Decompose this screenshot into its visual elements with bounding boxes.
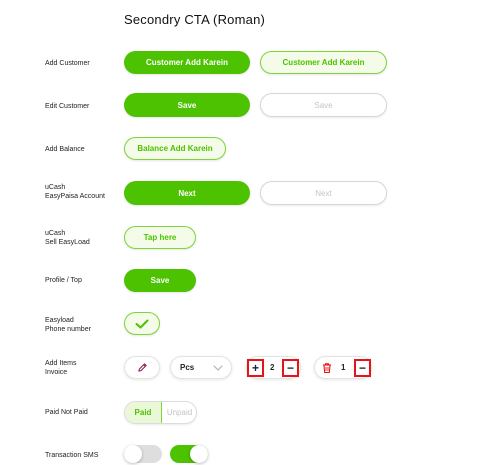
edit-customer-label: Edit Customer: [45, 103, 90, 110]
unit-select-value: Pcs: [180, 363, 195, 372]
add-balance-label: Add Balance: [45, 146, 85, 153]
quantity-value: 2: [270, 363, 275, 372]
delete-button[interactable]: [321, 361, 333, 374]
next-primary-button[interactable]: Next: [124, 181, 250, 205]
easyload-phone-label: Easyload Phone number: [45, 316, 91, 334]
easyload-phone-label-line1: Easyload: [45, 317, 74, 324]
edit-save-disabled-button[interactable]: Save: [260, 93, 387, 117]
delete-minus-button[interactable]: −: [354, 359, 371, 377]
ucash-easyload-label-line2: Sell EasyLoad: [45, 239, 90, 246]
paid-option[interactable]: Paid: [125, 402, 162, 423]
paid-not-paid-label: Paid Not Paid: [45, 409, 88, 416]
sms-toggle-off[interactable]: [124, 445, 162, 463]
minus-icon: −: [358, 361, 366, 375]
unpaid-option[interactable]: Unpaid: [162, 402, 196, 423]
add-items-invoice-label-line2: Invoice: [45, 369, 68, 376]
next-disabled-button[interactable]: Next: [260, 181, 387, 205]
ucash-easyload-label: uCash Sell EasyLoad: [45, 229, 90, 247]
profile-save-button[interactable]: Save: [124, 269, 196, 292]
add-items-invoice-label-line1: Add Items: [45, 360, 77, 367]
trash-icon: [323, 363, 331, 374]
ucash-easyload-label-line1: uCash: [45, 230, 66, 237]
plus-icon: +: [251, 361, 259, 375]
unit-select[interactable]: Pcs: [170, 356, 232, 379]
page-title: Secondry CTA (Roman): [124, 12, 266, 27]
tap-here-button[interactable]: Tap here: [124, 226, 196, 249]
toggle-knob: [190, 445, 208, 463]
customer-add-primary-button[interactable]: Customer Add Karein: [124, 51, 250, 74]
paid-unpaid-toggle: Paid Unpaid: [124, 401, 197, 424]
sms-toggle-on[interactable]: [170, 445, 208, 463]
check-button[interactable]: [124, 312, 160, 335]
add-items-invoice-label: Add Items Invoice: [45, 359, 77, 377]
ucash-easypaisa-label-line1: uCash: [45, 184, 66, 191]
chevron-down-icon: [213, 365, 223, 371]
edit-item-button[interactable]: [124, 356, 160, 379]
ucash-easypaisa-label-line2: EasyPaisa Account: [45, 193, 105, 200]
add-customer-label: Add Customer: [45, 60, 90, 67]
delete-quantity-value: 1: [341, 363, 346, 372]
edit-save-primary-button[interactable]: Save: [124, 93, 250, 117]
easyload-phone-label-line2: Phone number: [45, 326, 91, 333]
toggle-knob: [124, 445, 142, 463]
customer-add-secondary-button[interactable]: Customer Add Karein: [260, 51, 387, 74]
balance-add-button[interactable]: Balance Add Karein: [124, 137, 226, 160]
minus-icon: −: [286, 361, 294, 375]
ucash-easypaisa-label: uCash EasyPaisa Account: [45, 183, 105, 201]
check-icon: [135, 319, 149, 328]
minus-button[interactable]: −: [282, 359, 299, 377]
pencil-icon: [137, 363, 147, 372]
profile-top-label: Profile / Top: [45, 277, 82, 284]
plus-button[interactable]: +: [247, 359, 264, 377]
transaction-sms-label: Transaction SMS: [45, 452, 99, 459]
